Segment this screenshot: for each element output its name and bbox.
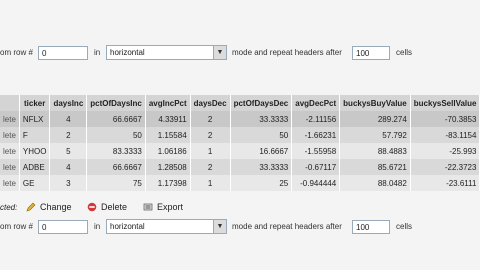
table-row: lete YHOO 5 83.3333 1.06186 1 16.6667 -1…: [0, 143, 480, 159]
from-row-input[interactable]: 0: [38, 220, 88, 234]
row-delete-link[interactable]: lete: [0, 175, 20, 191]
column-header-pctofdaysinc[interactable]: pctOfDaysInc: [86, 95, 146, 111]
cell-buckyssellvalue: -83.1154: [410, 127, 480, 143]
repeat-headers-input[interactable]: 100: [352, 220, 390, 234]
cell-buckysbuyvalue: 57.792: [339, 127, 411, 143]
cell-pctofdaysdec: 50: [230, 127, 293, 143]
cell-daysdec: 2: [190, 159, 231, 175]
cell-pctofdaysdec: 16.6667: [230, 143, 293, 159]
table-row: lete ADBE 4 66.6667 1.28508 2 33.3333 -0…: [0, 159, 480, 175]
cell-pctofdaysinc: 75: [86, 175, 146, 191]
table-header-row: ticker daysInc pctOfDaysInc avgIncPct da…: [0, 95, 480, 111]
in-label: in: [94, 222, 101, 231]
column-header-buckysbuyvalue[interactable]: buckysBuyValue: [339, 95, 411, 111]
cell-pctofdaysdec: 25: [230, 175, 293, 191]
cell-daysinc: 3: [49, 175, 88, 191]
cell-pctofdaysinc: 83.3333: [86, 143, 146, 159]
column-header-avgdecpct[interactable]: avgDecPct: [291, 95, 341, 111]
cell-daysdec: 2: [190, 111, 231, 127]
cell-pctofdaysinc: 50: [86, 127, 146, 143]
column-header-daysinc[interactable]: daysInc: [49, 95, 88, 111]
cell-buckysbuyvalue: 85.6721: [339, 159, 411, 175]
from-row-input[interactable]: 0: [38, 46, 88, 60]
cell-buckyssellvalue: -22.3723: [410, 159, 480, 175]
mode-label: mode and repeat headers after: [232, 222, 342, 231]
change-label: Change: [40, 202, 72, 212]
orientation-select[interactable]: horizontal ▼: [106, 219, 227, 234]
cell-buckyssellvalue: -70.3853: [410, 111, 480, 127]
cell-buckysbuyvalue: 289.274: [339, 111, 411, 127]
cells-label: cells: [396, 222, 413, 231]
cell-avgincpct: 1.06186: [145, 143, 191, 159]
cell-avgdecpct: -1.55958: [291, 143, 341, 159]
delete-icon: [87, 202, 97, 212]
row-delete-link[interactable]: lete: [0, 111, 20, 127]
cell-ticker: GE: [19, 175, 51, 191]
table-row: lete GE 3 75 1.17398 1 25 -0.944444 88.0…: [0, 175, 480, 191]
cell-daysdec: 2: [190, 127, 231, 143]
column-header-buckyssellvalue[interactable]: buckysSellValue: [410, 95, 480, 111]
cell-buckyssellvalue: -25.993: [410, 143, 480, 159]
row-delete-link[interactable]: lete: [0, 127, 20, 143]
chevron-down-icon: ▼: [213, 46, 226, 59]
cell-daysdec: 1: [190, 143, 231, 159]
export-label: Export: [157, 202, 184, 212]
cell-ticker: F: [19, 127, 51, 143]
delete-label: Delete: [101, 202, 128, 212]
from-row-label: om row #: [0, 222, 33, 231]
cell-daysinc: 4: [49, 159, 88, 175]
delete-action[interactable]: Delete: [87, 202, 127, 212]
with-selected-label: cted:: [0, 203, 18, 212]
cell-avgincpct: 4.33911: [145, 111, 191, 127]
cell-avgincpct: 1.28508: [145, 159, 191, 175]
cell-pctofdaysdec: 33.3333: [230, 159, 293, 175]
mode-label: mode and repeat headers after: [232, 48, 342, 57]
row-delete-link[interactable]: lete: [0, 143, 20, 159]
table-row: lete NFLX 4 66.6667 4.33911 2 33.3333 -2…: [0, 111, 480, 127]
cell-avgdecpct: -2.11156: [291, 111, 341, 127]
cell-avgincpct: 1.15584: [145, 127, 191, 143]
cell-avgdecpct: -0.944444: [291, 175, 341, 191]
export-icon: [143, 203, 153, 211]
cell-daysinc: 4: [49, 111, 88, 127]
results-table: ticker daysInc pctOfDaysInc avgIncPct da…: [0, 95, 480, 191]
cell-pctofdaysdec: 33.3333: [230, 111, 293, 127]
column-header-avgincpct[interactable]: avgIncPct: [145, 95, 191, 111]
export-action[interactable]: Export: [143, 202, 183, 212]
cell-avgincpct: 1.17398: [145, 175, 191, 191]
cell-pctofdaysinc: 66.6667: [86, 159, 146, 175]
orientation-value: horizontal: [110, 48, 145, 57]
cell-buckyssellvalue: -23.6111: [410, 175, 480, 191]
top-navigation-bar: om row # 0 in horizontal ▼ mode and repe…: [0, 42, 480, 64]
cell-daysinc: 2: [49, 127, 88, 143]
row-delete-link[interactable]: lete: [0, 159, 20, 175]
header-action-spacer: [0, 95, 20, 111]
bottom-navigation-bar: om row # 0 in horizontal ▼ mode and repe…: [0, 216, 480, 238]
chevron-down-icon: ▼: [213, 220, 226, 233]
orientation-value: horizontal: [110, 222, 145, 231]
cell-daysinc: 5: [49, 143, 88, 159]
cell-pctofdaysinc: 66.6667: [86, 111, 146, 127]
repeat-headers-input[interactable]: 100: [352, 46, 390, 60]
cell-ticker: NFLX: [19, 111, 51, 127]
from-row-label: om row #: [0, 48, 33, 57]
cells-label: cells: [396, 48, 413, 57]
cell-avgdecpct: -0.67117: [291, 159, 341, 175]
orientation-select[interactable]: horizontal ▼: [106, 45, 227, 60]
pencil-icon: [26, 202, 36, 212]
change-action[interactable]: Change: [26, 202, 72, 212]
cell-ticker: YHOO: [19, 143, 51, 159]
cell-avgdecpct: -1.66231: [291, 127, 341, 143]
cell-ticker: ADBE: [19, 159, 51, 175]
column-header-daysdec[interactable]: daysDec: [190, 95, 231, 111]
column-header-ticker[interactable]: ticker: [19, 95, 51, 111]
cell-buckysbuyvalue: 88.0482: [339, 175, 411, 191]
cell-buckysbuyvalue: 88.4883: [339, 143, 411, 159]
in-label: in: [94, 48, 101, 57]
column-header-pctofdaysdec[interactable]: pctOfDaysDec: [230, 95, 293, 111]
cell-daysdec: 1: [190, 175, 231, 191]
table-row: lete F 2 50 1.15584 2 50 -1.66231 57.792…: [0, 127, 480, 143]
